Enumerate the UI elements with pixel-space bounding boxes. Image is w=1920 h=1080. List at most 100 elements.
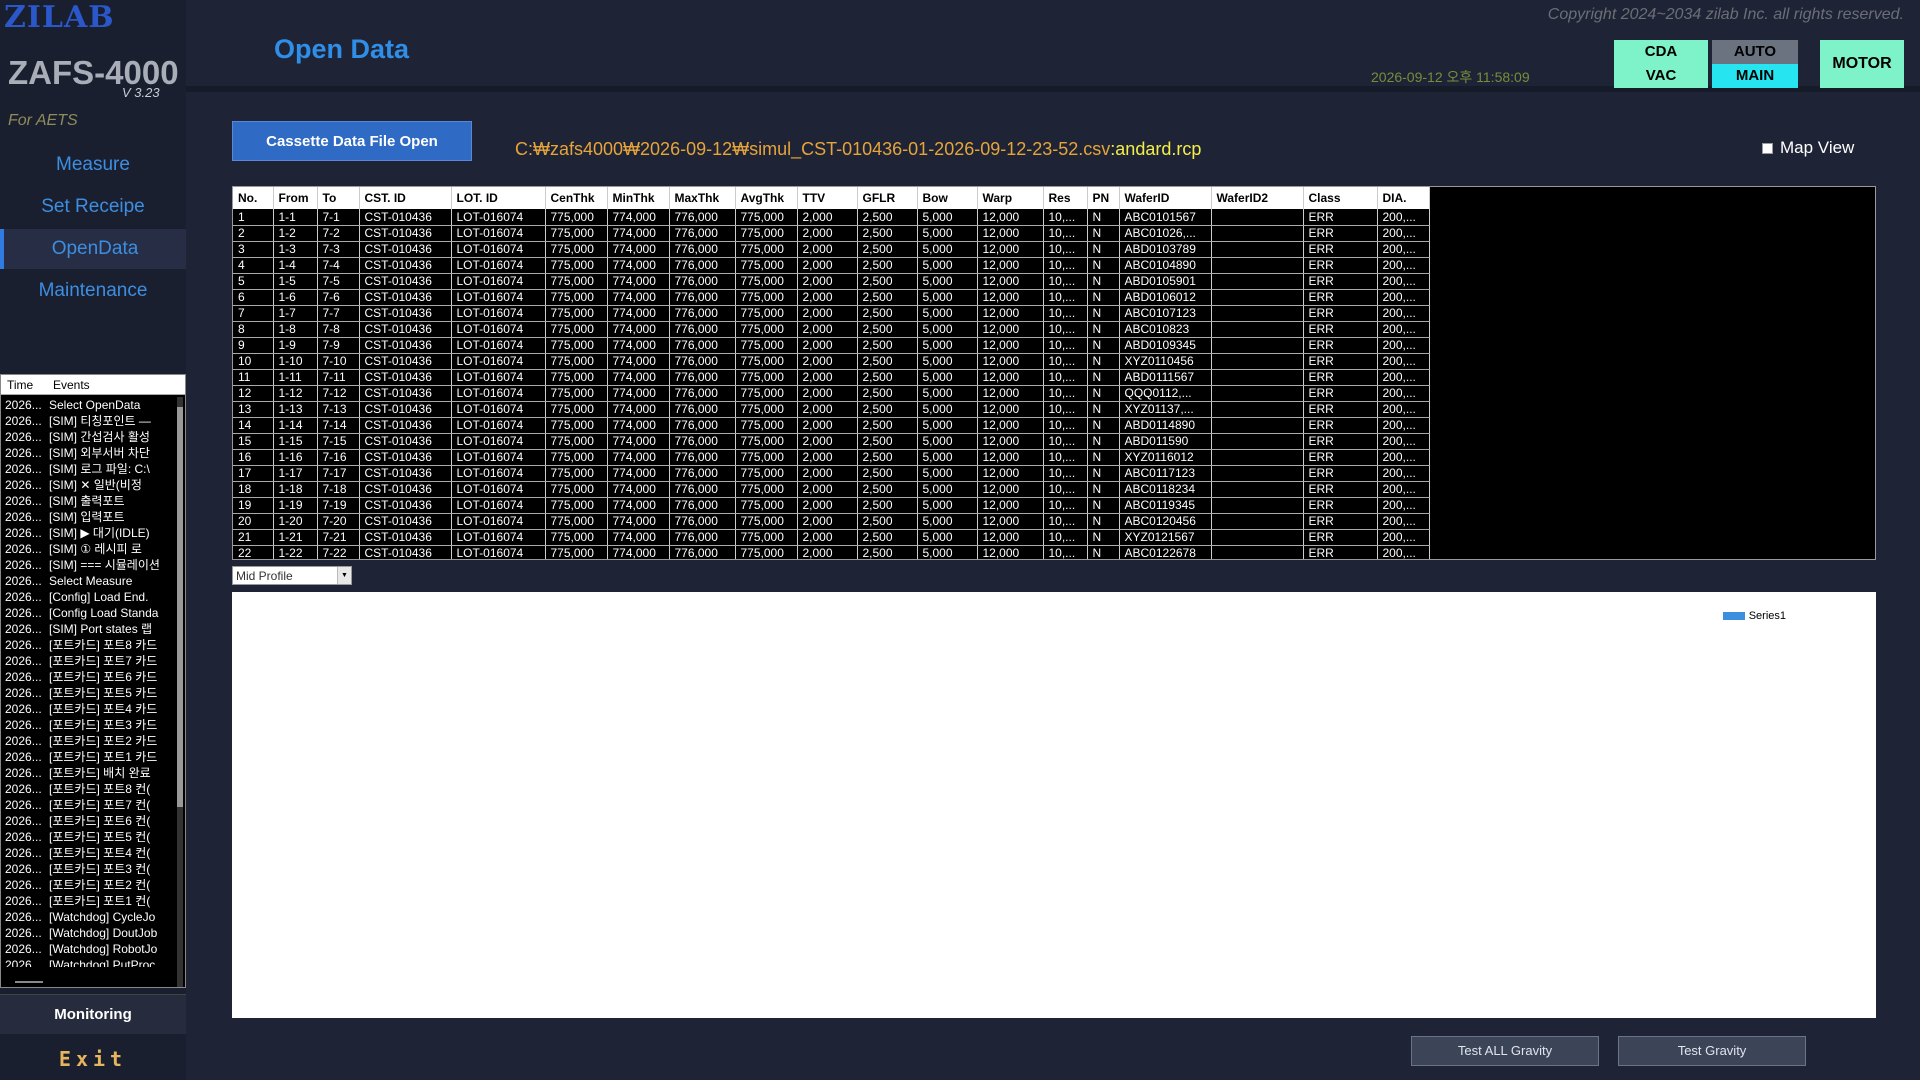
test-gravity-button[interactable]: Test Gravity xyxy=(1618,1036,1806,1066)
monitoring-button[interactable]: Monitoring xyxy=(0,994,186,1034)
column-header[interactable]: GFLR xyxy=(857,187,918,209)
table-row[interactable]: 1 1-1 7-1 CST-010436 LOT-016074 775,000 774,00… xyxy=(233,209,1430,226)
column-header[interactable]: WaferID xyxy=(1119,187,1212,209)
column-header[interactable]: AvgThk xyxy=(735,187,798,209)
table-row[interactable]: 22 1-22 7-22 CST-010436 LOT-016074 775,000 774… xyxy=(233,545,1430,559)
event-log-row[interactable]: 2026... [포트카드] 포트7 컨( xyxy=(1,797,171,813)
column-header[interactable]: WaferID2 xyxy=(1211,187,1304,209)
table-row[interactable]: 4 1-4 7-4 CST-010436 LOT-016074 775,000 774,00… xyxy=(233,257,1430,274)
table-row[interactable]: 6 1-6 7-6 CST-010436 LOT-016074 775,000 774,00… xyxy=(233,289,1430,306)
event-log-row[interactable]: 2026... [포트카드] 포트3 카드 xyxy=(1,717,171,733)
event-log-row[interactable]: 2026... [SIM] 외부서버 차단 xyxy=(1,445,171,461)
nav-set-receipe[interactable]: Set Receipe xyxy=(0,187,186,227)
event-log-row[interactable]: 2026... [SIM] 입력포트 xyxy=(1,509,171,525)
column-header[interactable]: To xyxy=(317,187,360,209)
event-log-row[interactable]: 2026... [포트카드] 포트3 컨( xyxy=(1,861,171,877)
event-log-row[interactable]: 2026... [SIM] 출력포트 xyxy=(1,493,171,509)
exit-button[interactable]: Exit xyxy=(0,1038,186,1080)
column-header[interactable]: No. xyxy=(233,187,274,209)
table-row[interactable]: 3 1-3 7-3 CST-010436 LOT-016074 775,000 774,00… xyxy=(233,241,1430,258)
event-log-row[interactable]: 2026... [포트카드] 포트1 카드 xyxy=(1,749,171,765)
cassette-data-table[interactable]: No. From To CST. ID LOT. ID CenThk MinThk MaxTh… xyxy=(232,186,1876,560)
event-log-row[interactable]: 2026... [SIM] ▶ 대기(IDLE) xyxy=(1,525,171,541)
event-log-row[interactable]: 2026... [Watchdog] CycleJo xyxy=(1,909,171,925)
event-log-row[interactable]: 2026... [포트카드] 포트2 카드 xyxy=(1,733,171,749)
chevron-down-icon[interactable]: ▼ xyxy=(337,567,351,584)
motor-status[interactable]: MOTOR xyxy=(1820,40,1904,88)
checkbox-box[interactable] xyxy=(1762,142,1773,154)
table-row[interactable]: 2 1-2 7-2 CST-010436 LOT-016074 775,000 774,00… xyxy=(233,225,1430,242)
event-log-row[interactable]: 2026... Select OpenData xyxy=(1,397,171,413)
profile-dropdown[interactable]: Mid Profile ▼ xyxy=(232,566,352,585)
event-log-row[interactable]: 2026... [포트카드] 포트8 카드 xyxy=(1,637,171,653)
event-log-row[interactable]: 2026... Select Measure xyxy=(1,573,171,589)
column-header[interactable]: From xyxy=(273,187,318,209)
column-header[interactable]: Res xyxy=(1043,187,1088,209)
column-header[interactable]: MaxThk xyxy=(669,187,736,209)
table-row[interactable]: 17 1-17 7-17 CST-010436 LOT-016074 775,000 774… xyxy=(233,465,1430,482)
scrollbar-thumb[interactable] xyxy=(177,407,183,807)
table-row[interactable]: 18 1-18 7-18 CST-010436 LOT-016074 775,000 774… xyxy=(233,481,1430,498)
event-log-row[interactable]: 2026... [포트카드] 포트6 카드 xyxy=(1,669,171,685)
event-log-row[interactable]: 2026... [Config Load Standa xyxy=(1,605,171,621)
table-row[interactable]: 21 1-21 7-21 CST-010436 LOT-016074 775,000 774… xyxy=(233,529,1430,546)
event-log-row[interactable]: 2026... [SIM] ✕ 일반(비정 xyxy=(1,477,171,493)
table-row[interactable]: 19 1-19 7-19 CST-010436 LOT-016074 775,000 774… xyxy=(233,497,1430,514)
column-header[interactable]: DIA. xyxy=(1377,187,1430,209)
column-header-events[interactable]: Events xyxy=(49,378,169,392)
table-row[interactable]: 9 1-9 7-9 CST-010436 LOT-016074 775,000 774,00… xyxy=(233,337,1430,354)
event-log-row[interactable]: 2026... [Config] Load End. xyxy=(1,589,171,605)
event-log-hscrollbar[interactable] xyxy=(15,981,43,983)
event-log-row[interactable]: 2026... [포트카드] 포트5 카드 xyxy=(1,685,171,701)
event-log-row[interactable]: 2026... [포트카드] 포트6 컨( xyxy=(1,813,171,829)
event-log-row[interactable]: 2026... [포트카드] 포트8 컨( xyxy=(1,781,171,797)
cda-vac-status[interactable]: CDA VAC xyxy=(1614,40,1708,88)
nav-open-data[interactable]: OpenData xyxy=(0,229,186,269)
event-log-row[interactable]: 2026... [포트카드] 배치 완료 xyxy=(1,765,171,781)
column-header[interactable]: Bow xyxy=(917,187,978,209)
event-log-row[interactable]: 2026... [SIM] Port states 랩 xyxy=(1,621,171,637)
cassette-file-open-button[interactable]: Cassette Data File Open xyxy=(232,121,472,161)
test-all-gravity-button[interactable]: Test ALL Gravity xyxy=(1411,1036,1599,1066)
event-log-row[interactable]: 2026... [포트카드] 포트2 컨( xyxy=(1,877,171,893)
event-log-row[interactable]: 2026... [Watchdog] PutProc xyxy=(1,957,171,967)
column-header[interactable]: PN xyxy=(1087,187,1120,209)
table-row[interactable]: 5 1-5 7-5 CST-010436 LOT-016074 775,000 774,00… xyxy=(233,273,1430,290)
table-row[interactable]: 16 1-16 7-16 CST-010436 LOT-016074 775,000 774… xyxy=(233,449,1430,466)
table-row[interactable]: 10 1-10 7-10 CST-010436 LOT-016074 775,000 774… xyxy=(233,353,1430,370)
column-header[interactable]: TTV xyxy=(797,187,858,209)
event-log-row[interactable]: 2026... [SIM] 로그 파일: C:\ xyxy=(1,461,171,477)
table-row[interactable]: 15 1-15 7-15 CST-010436 LOT-016074 775,000 774… xyxy=(233,433,1430,450)
event-log-row[interactable]: 2026... [포트카드] 포트4 컨( xyxy=(1,845,171,861)
column-header-time[interactable]: Time xyxy=(1,378,49,392)
event-log[interactable]: Time Events 2026... Select OpenData 2026..… xyxy=(0,374,186,988)
table-row[interactable]: 11 1-11 7-11 CST-010436 LOT-016074 775,000 774… xyxy=(233,369,1430,386)
map-view-checkbox[interactable]: Map View xyxy=(1762,138,1854,158)
table-row[interactable]: 13 1-13 7-13 CST-010436 LOT-016074 775,000 774… xyxy=(233,401,1430,418)
nav-maintenance[interactable]: Maintenance xyxy=(0,271,186,311)
table-row[interactable]: 12 1-12 7-12 CST-010436 LOT-016074 775,000 774… xyxy=(233,385,1430,402)
event-log-scrollbar[interactable] xyxy=(177,397,183,987)
event-log-row[interactable]: 2026... [SIM] 티칭포인트 — xyxy=(1,413,171,429)
event-log-row[interactable]: 2026... [포트카드] 포트5 컨( xyxy=(1,829,171,845)
event-log-row[interactable]: 2026... [포트카드] 포트1 컨( xyxy=(1,893,171,909)
column-header[interactable]: Warp xyxy=(977,187,1044,209)
event-log-row[interactable]: 2026... [SIM] ① 레시피 로 xyxy=(1,541,171,557)
column-header[interactable]: MinThk xyxy=(607,187,670,209)
event-log-row[interactable]: 2026... [Watchdog] RobotJo xyxy=(1,941,171,957)
column-header[interactable]: LOT. ID xyxy=(451,187,546,209)
nav-measure[interactable]: Measure xyxy=(0,145,186,185)
event-log-row[interactable]: 2026... [포트카드] 포트4 카드 xyxy=(1,701,171,717)
event-log-row[interactable]: 2026... [Watchdog] DoutJob xyxy=(1,925,171,941)
event-log-row[interactable]: 2026... [SIM] === 시뮬레이션 xyxy=(1,557,171,573)
table-row[interactable]: 20 1-20 7-20 CST-010436 LOT-016074 775,000 774… xyxy=(233,513,1430,530)
column-header[interactable]: CenThk xyxy=(545,187,608,209)
column-header[interactable]: CST. ID xyxy=(359,187,452,209)
column-header[interactable]: Class xyxy=(1303,187,1378,209)
event-log-row[interactable]: 2026... [포트카드] 포트7 카드 xyxy=(1,653,171,669)
event-log-row[interactable]: 2026... [SIM] 간섭검사 활성 xyxy=(1,429,171,445)
auto-main-status[interactable]: AUTO MAIN xyxy=(1712,40,1798,88)
table-row[interactable]: 7 1-7 7-7 CST-010436 LOT-016074 775,000 774,00… xyxy=(233,305,1430,322)
table-row[interactable]: 8 1-8 7-8 CST-010436 LOT-016074 775,000 774,00… xyxy=(233,321,1430,338)
table-row[interactable]: 14 1-14 7-14 CST-010436 LOT-016074 775,000 774… xyxy=(233,417,1430,434)
